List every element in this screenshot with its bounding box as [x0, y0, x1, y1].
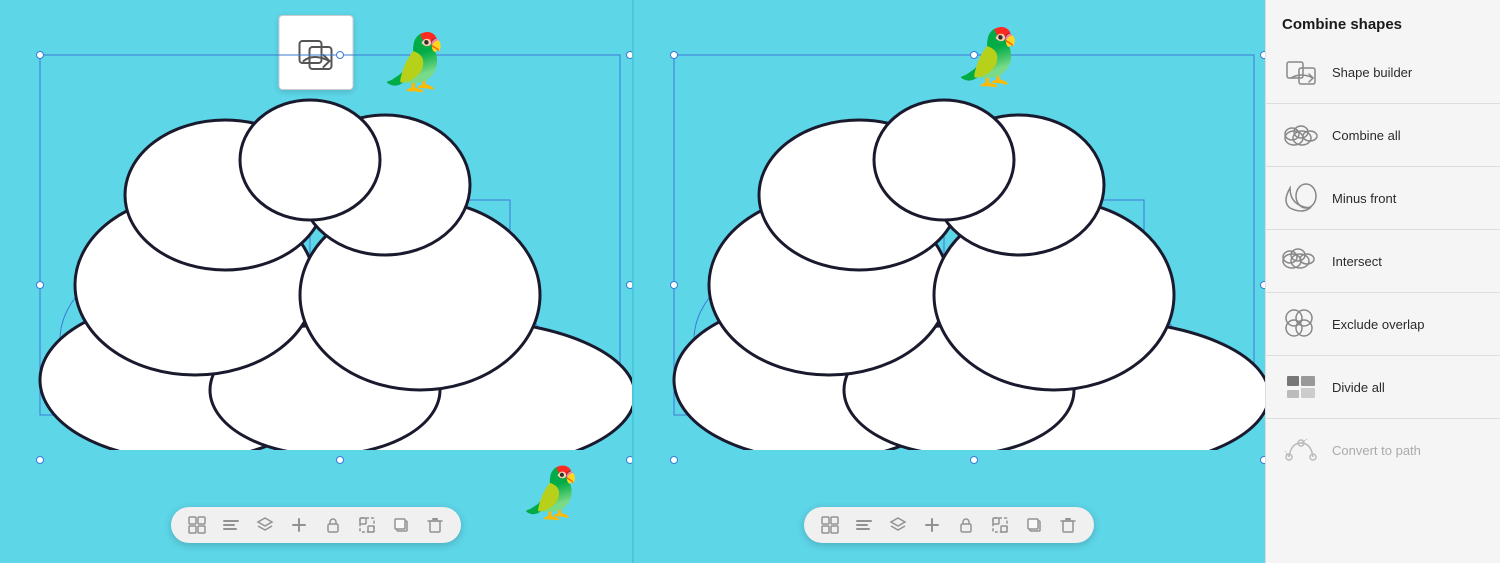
sidebar-item-divide-all[interactable]: Divide all [1266, 360, 1500, 414]
intersect-icon [1282, 242, 1320, 280]
toolbar-lock-icon[interactable] [323, 515, 343, 535]
toolbar-duplicate-icon[interactable] [391, 515, 411, 535]
handle-bl[interactable] [36, 456, 44, 464]
shape-builder-label: Shape builder [1332, 65, 1412, 80]
handle-br[interactable] [626, 456, 632, 464]
toolbar-delete-icon[interactable] [425, 515, 445, 535]
toolbar-layers-icon[interactable] [255, 515, 275, 535]
toolbar-grid-icon[interactable] [187, 515, 207, 535]
right-canvas-panel[interactable]: 🦜 [634, 0, 1266, 563]
left-cloud-svg [30, 50, 632, 450]
divider-3 [1266, 229, 1500, 230]
combine-all-icon [1282, 116, 1320, 154]
sidebar: Combine shapes Shape builder [1265, 0, 1500, 563]
toolbar-r-lock-icon[interactable] [956, 515, 976, 535]
sidebar-item-minus-front[interactable]: Minus front [1266, 171, 1500, 225]
toolbar-r-delete-icon[interactable] [1058, 515, 1078, 535]
toolbar-r-grid-icon[interactable] [820, 515, 840, 535]
hummingbird-bottom-left: 🦜 [520, 464, 582, 523]
handle-r-bl[interactable] [670, 456, 678, 464]
right-cloud-svg [664, 50, 1266, 450]
sidebar-item-combine-all[interactable]: Combine all [1266, 108, 1500, 162]
divider-5 [1266, 355, 1500, 356]
left-toolbar [171, 507, 461, 543]
exclude-overlap-label: Exclude overlap [1332, 317, 1425, 332]
toolbar-align-icon[interactable] [221, 515, 241, 535]
minus-front-icon [1282, 179, 1320, 217]
toolbar-r-group-icon[interactable] [990, 515, 1010, 535]
sidebar-item-shape-builder[interactable]: Shape builder [1266, 45, 1500, 99]
toolbar-add-icon[interactable] [289, 515, 309, 535]
divide-all-label: Divide all [1332, 380, 1385, 395]
convert-to-path-label: Convert to path [1332, 443, 1421, 458]
left-canvas-panel[interactable]: 🦜 🦜 [0, 0, 632, 563]
convert-to-path-icon [1282, 431, 1320, 469]
canvas-area: 🦜 🦜 [0, 0, 1500, 563]
toolbar-r-layers-icon[interactable] [888, 515, 908, 535]
divide-all-icon [1282, 368, 1320, 406]
sidebar-item-convert-to-path[interactable]: Convert to path [1266, 423, 1500, 477]
divider-4 [1266, 292, 1500, 293]
sidebar-title: Combine shapes [1266, 12, 1500, 45]
toolbar-r-add-icon[interactable] [922, 515, 942, 535]
combine-all-label: Combine all [1332, 128, 1401, 143]
handle-r-bm[interactable] [970, 456, 978, 464]
exclude-overlap-icon [1282, 305, 1320, 343]
shape-builder-icon [1282, 53, 1320, 91]
handle-r-br[interactable] [1260, 456, 1266, 464]
toolbar-r-duplicate-icon[interactable] [1024, 515, 1044, 535]
divider-6 [1266, 418, 1500, 419]
sidebar-item-intersect[interactable]: Intersect [1266, 234, 1500, 288]
divider-1 [1266, 103, 1500, 104]
toolbar-group-icon[interactable] [357, 515, 377, 535]
divider-2 [1266, 166, 1500, 167]
handle-bm[interactable] [336, 456, 344, 464]
sidebar-item-exclude-overlap[interactable]: Exclude overlap [1266, 297, 1500, 351]
intersect-label: Intersect [1332, 254, 1382, 269]
right-toolbar [804, 507, 1094, 543]
toolbar-r-align-icon[interactable] [854, 515, 874, 535]
minus-front-label: Minus front [1332, 191, 1396, 206]
